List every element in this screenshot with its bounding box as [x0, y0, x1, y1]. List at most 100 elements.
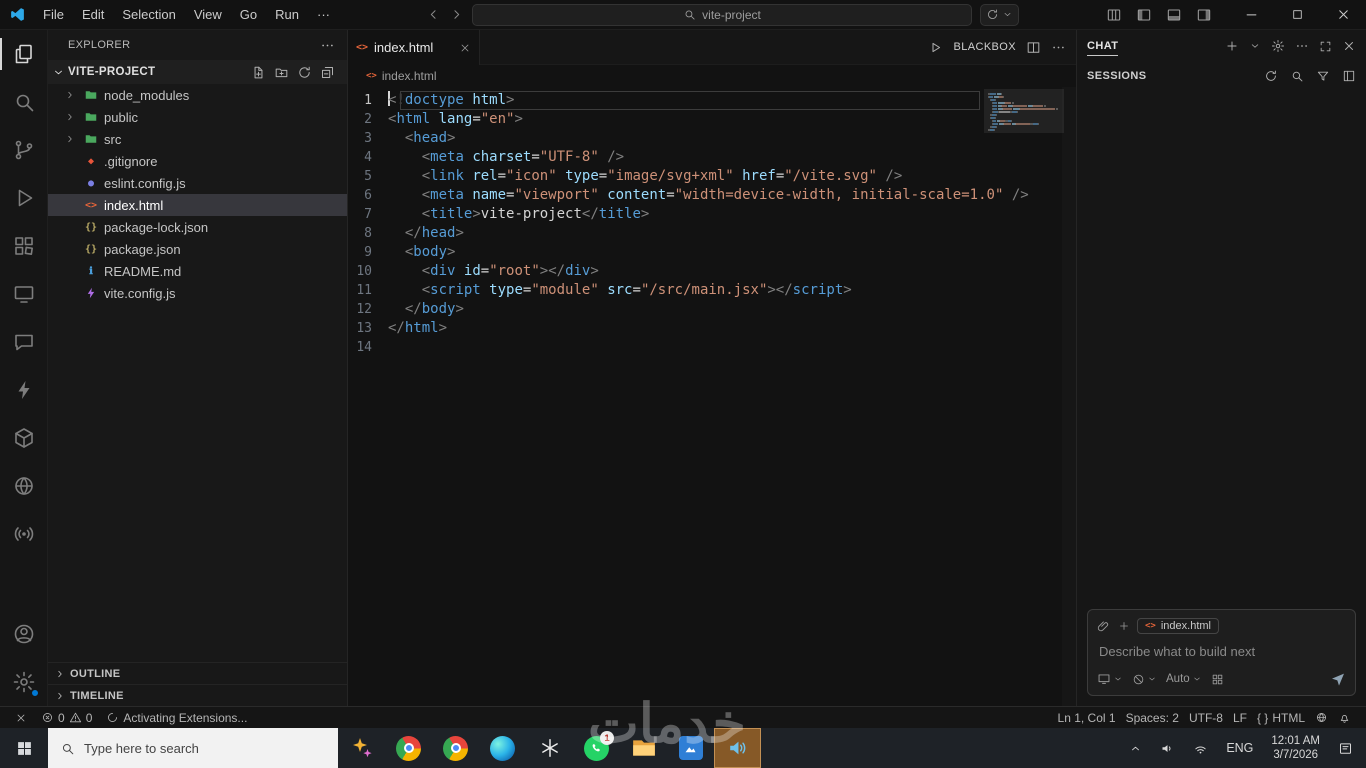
close-window-button[interactable]: [1320, 0, 1366, 30]
chevron-down-icon[interactable]: [1249, 40, 1261, 52]
eol-indicator[interactable]: LF: [1228, 707, 1252, 729]
command-center-search[interactable]: vite-project: [472, 3, 972, 26]
expand-panel-icon[interactable]: [1319, 40, 1332, 53]
chat-input-placeholder[interactable]: Describe what to build next: [1099, 644, 1344, 659]
code-line[interactable]: 12 </body>: [348, 300, 1076, 319]
code-line[interactable]: 9 <body>: [348, 243, 1076, 262]
go-back-icon[interactable]: [426, 7, 441, 22]
taskbar-app-chrome[interactable]: [385, 728, 432, 768]
code-line[interactable]: 2 <html lang="en">: [348, 110, 1076, 129]
file-item-README-md[interactable]: ℹ README.md: [48, 260, 347, 282]
menu-item-selection[interactable]: Selection: [113, 0, 184, 30]
ports-globe-icon[interactable]: [1310, 707, 1333, 729]
chat-tab[interactable]: CHAT: [1087, 40, 1119, 56]
activity-remote-explorer-icon[interactable]: [0, 270, 48, 318]
menu-item-[interactable]: ···: [308, 0, 339, 30]
cursor-position[interactable]: Ln 1, Col 1: [1053, 707, 1121, 729]
chat-input-box[interactable]: <> index.html Describe what to build nex…: [1087, 609, 1356, 696]
start-button[interactable]: [0, 728, 48, 768]
new-folder-icon[interactable]: [274, 65, 289, 80]
activity-broadcast-icon[interactable]: [0, 510, 48, 558]
code-line[interactable]: 14: [348, 338, 1076, 357]
outline-section[interactable]: OUTLINE: [48, 662, 347, 684]
project-root-row[interactable]: VITE-PROJECT: [48, 60, 347, 84]
mode-selector[interactable]: [1132, 673, 1157, 686]
code-line[interactable]: 3 <head>: [348, 129, 1076, 148]
activity-extensions-icon[interactable]: [0, 222, 48, 270]
minimap-slider[interactable]: [984, 89, 1064, 133]
tab-index-html[interactable]: <> index.html: [348, 30, 480, 65]
file-item-public[interactable]: public: [48, 106, 347, 128]
sessions-panel-icon[interactable]: [1342, 69, 1356, 83]
encoding[interactable]: UTF-8: [1184, 707, 1228, 729]
taskbar-app-speaker[interactable]: [714, 728, 761, 768]
taskbar-app-photos[interactable]: [667, 728, 714, 768]
file-item-vite-config-js[interactable]: vite.config.js: [48, 282, 347, 304]
menu-item-edit[interactable]: Edit: [73, 0, 113, 30]
close-panel-icon[interactable]: [1342, 39, 1356, 53]
timeline-section[interactable]: TIMELINE: [48, 684, 347, 706]
language-mode[interactable]: { } HTML: [1252, 707, 1310, 729]
activity-settings-icon[interactable]: [0, 658, 48, 706]
clock[interactable]: 12:01 AM 3/7/2026: [1264, 728, 1327, 768]
taskbar-app-whatsapp[interactable]: 1: [573, 728, 620, 768]
editor-more-icon[interactable]: [1051, 40, 1066, 55]
taskbar-app-edge[interactable]: [479, 728, 526, 768]
blackbox-run-label[interactable]: BLACKBOX: [953, 41, 1016, 53]
file-item-eslint-config-js[interactable]: ● eslint.config.js: [48, 172, 347, 194]
auto-selector[interactable]: Auto: [1166, 673, 1202, 685]
activity-accounts-icon[interactable]: [0, 610, 48, 658]
activity-python-icon[interactable]: [0, 462, 48, 510]
toggle-secondary-sidebar-icon[interactable]: [1196, 7, 1212, 23]
indentation[interactable]: Spaces: 2: [1121, 707, 1184, 729]
code-line[interactable]: 13 </html>: [348, 319, 1076, 338]
activity-source-control-icon[interactable]: [0, 126, 48, 174]
code-line[interactable]: 8 </head>: [348, 224, 1076, 243]
go-forward-icon[interactable]: [449, 7, 464, 22]
network-icon[interactable]: [1186, 728, 1215, 768]
apps-grid-icon[interactable]: [1211, 673, 1224, 686]
minimize-button[interactable]: [1228, 0, 1274, 30]
maximize-button[interactable]: [1274, 0, 1320, 30]
code-line[interactable]: 1 <!doctype html>: [348, 91, 1076, 110]
code-line[interactable]: 7 <title>vite-project</title>: [348, 205, 1076, 224]
taskbar-app-chatgpt[interactable]: [526, 728, 573, 768]
chat-more-icon[interactable]: [1295, 39, 1309, 53]
toggle-panel-icon[interactable]: [1166, 7, 1182, 23]
model-selector[interactable]: [1097, 672, 1123, 686]
minimap[interactable]: [984, 87, 1064, 706]
add-context-icon[interactable]: [1118, 620, 1130, 632]
editor-scrollbar[interactable]: [1062, 87, 1076, 706]
file-item-index-html[interactable]: <> index.html: [48, 194, 347, 216]
problems-indicator[interactable]: 0 0: [36, 707, 97, 729]
menu-item-file[interactable]: File: [34, 0, 73, 30]
code-line[interactable]: 5 <link rel="icon" type="image/svg+xml" …: [348, 167, 1076, 186]
taskbar-app-chrome[interactable]: [432, 728, 479, 768]
code-line[interactable]: 10 <div id="root"></div>: [348, 262, 1076, 281]
file-item-package-json[interactable]: {} package.json: [48, 238, 347, 260]
menu-item-view[interactable]: View: [185, 0, 231, 30]
show-hidden-icons[interactable]: [1122, 728, 1149, 768]
taskbar-app-files[interactable]: [620, 728, 667, 768]
new-chat-icon[interactable]: [1225, 39, 1239, 53]
attached-file-chip[interactable]: <> index.html: [1137, 618, 1219, 634]
file-item-node-modules[interactable]: node_modules: [48, 84, 347, 106]
file-item-package-lock-json[interactable]: {} package-lock.json: [48, 216, 347, 238]
code-line[interactable]: 4 <meta charset="UTF-8" />: [348, 148, 1076, 167]
language-indicator[interactable]: ENG: [1219, 728, 1260, 768]
search-sessions-icon[interactable]: [1290, 69, 1304, 83]
activity-containers-icon[interactable]: [0, 414, 48, 462]
toggle-sidebar-icon[interactable]: [1136, 7, 1152, 23]
activity-chat-icon[interactable]: [0, 318, 48, 366]
action-center-icon[interactable]: [1331, 728, 1360, 768]
code-editor[interactable]: 1 <!doctype html> 2 <html lang="en"> 3 <head…: [348, 87, 1076, 706]
activity-explorer-icon[interactable]: [0, 30, 48, 78]
code-line[interactable]: 6 <meta name="viewport" content="width=d…: [348, 186, 1076, 205]
code-line[interactable]: 11 <script type="module" src="/src/main.…: [348, 281, 1076, 300]
sync-dropdown-button[interactable]: [980, 3, 1019, 26]
collapse-folders-icon[interactable]: [320, 65, 335, 80]
file-item-src[interactable]: src: [48, 128, 347, 150]
split-editor-icon[interactable]: [1026, 40, 1041, 55]
refresh-sessions-icon[interactable]: [1264, 69, 1278, 83]
taskbar-search[interactable]: Type here to search: [48, 728, 338, 768]
